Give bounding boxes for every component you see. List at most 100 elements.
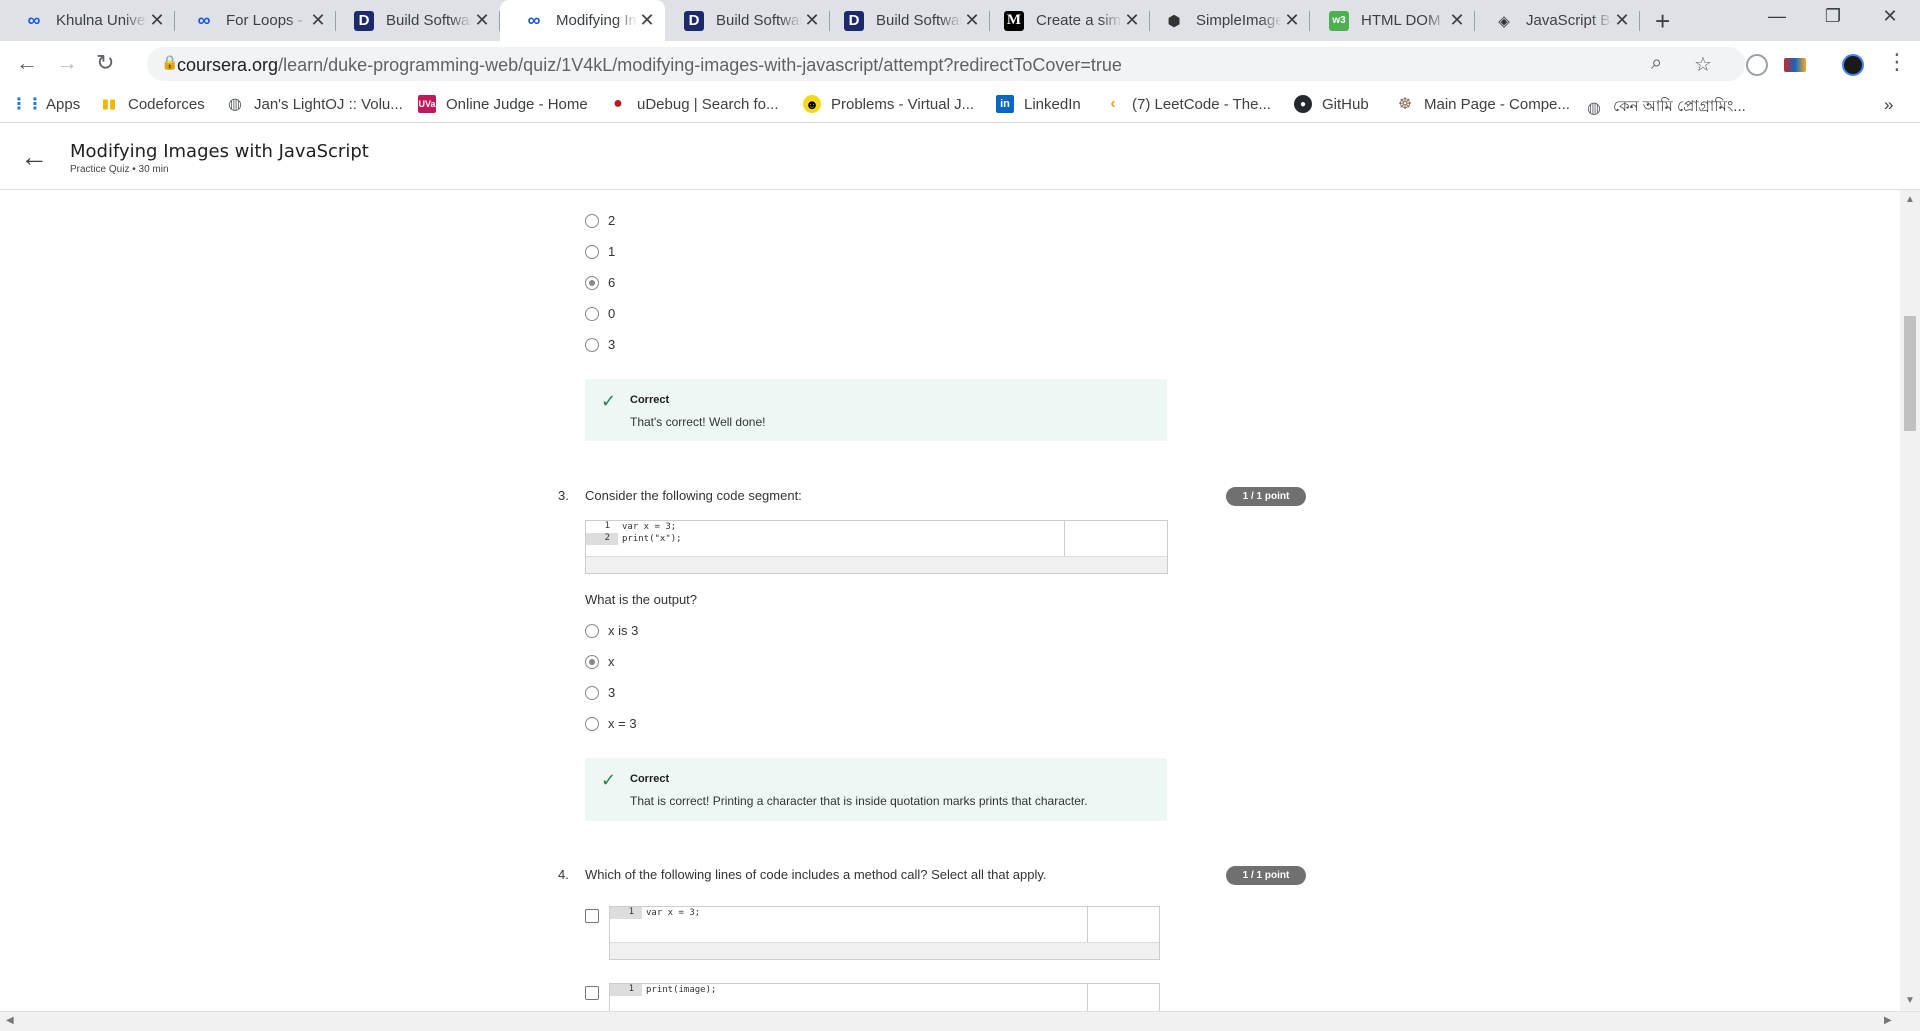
q4-checkbox[interactable] xyxy=(585,986,599,1000)
bookmark-lightoj[interactable]: ◍ Jan's LightOJ :: Volu... xyxy=(226,95,403,114)
close-tab-icon[interactable]: ✕ xyxy=(962,10,982,31)
tab-simpleimage[interactable]: ⬢ SimpleImage ✕ xyxy=(1140,0,1310,41)
tab-for-loops[interactable]: ∞ For Loops - Coursera ✕ xyxy=(170,0,336,41)
code-line: var x = 3; xyxy=(622,522,677,532)
vertical-scrollbar[interactable]: ▲ ▼ xyxy=(1900,190,1920,1011)
q3-option[interactable]: x is 3 xyxy=(585,623,638,638)
close-tab-icon[interactable]: ✕ xyxy=(1282,10,1302,31)
q2-option[interactable]: 3 xyxy=(585,337,615,352)
q2-option[interactable]: 1 xyxy=(585,244,615,259)
bookmark-star-icon[interactable]: ☆ xyxy=(1694,52,1712,77)
radio-button-selected[interactable] xyxy=(585,275,599,290)
bookmark-apps[interactable]: ⋮⋮ Apps xyxy=(11,95,80,114)
tab-strip: ∞ Khulna University ✕ ∞ For Loops - Cour… xyxy=(0,0,1920,41)
restore-icon[interactable]: ❐ xyxy=(1813,6,1853,27)
page-title: Modifying Images with JavaScript xyxy=(70,141,369,162)
tab-build-software-3[interactable]: D Build Software ✕ xyxy=(820,0,990,41)
radio-button[interactable] xyxy=(585,306,599,321)
bookmark-vjudge[interactable]: ☻ Problems - Virtual J... xyxy=(803,95,974,113)
bookmark-label: Jan's LightOJ :: Volu... xyxy=(254,95,403,113)
bookmark-uva[interactable]: UVa Online Judge - Home xyxy=(418,95,588,113)
checkmark-icon: ✓ xyxy=(601,770,617,790)
code-horizontal-scrollbar[interactable] xyxy=(610,942,1159,959)
bookmarks-overflow-button[interactable]: » xyxy=(1884,95,1893,115)
uva-icon: UVa xyxy=(418,95,436,113)
tab-khulna[interactable]: ∞ Khulna University ✕ xyxy=(0,0,175,41)
radio-button[interactable] xyxy=(585,213,599,228)
zoom-icon[interactable]: ⌕ xyxy=(1651,52,1662,75)
close-tab-icon[interactable]: ✕ xyxy=(802,10,822,31)
close-tab-icon[interactable]: ✕ xyxy=(1612,10,1632,31)
radio-button[interactable] xyxy=(585,337,599,352)
bookmark-bengali[interactable]: ◍ কেন আমি প্রোগ্রামিং... xyxy=(1585,95,1746,120)
close-tab-icon[interactable]: ✕ xyxy=(147,10,167,31)
close-tab-icon[interactable]: ✕ xyxy=(1122,10,1142,31)
tab-javascript-basics[interactable]: ◈ JavaScript Basics ✕ xyxy=(1470,0,1640,41)
scroll-right-arrow-icon[interactable]: ▶ xyxy=(1884,1015,1892,1026)
bookmark-github[interactable]: ● GitHub xyxy=(1294,95,1369,113)
bookmark-linkedin[interactable]: in LinkedIn xyxy=(996,95,1081,113)
medium-icon: M xyxy=(1004,10,1024,31)
scroll-left-arrow-icon[interactable]: ◀ xyxy=(6,1015,14,1026)
forward-arrow-icon[interactable]: → xyxy=(56,50,78,76)
code-horizontal-scrollbar[interactable] xyxy=(586,556,1167,573)
tab-create-simple[interactable]: M Create a simple ✕ xyxy=(980,0,1150,41)
q3-option[interactable]: x = 3 xyxy=(585,716,637,731)
bookmark-main-page[interactable]: ☸ Main Page - Compe... xyxy=(1396,95,1570,114)
code-lines: print(image); xyxy=(646,984,716,996)
q2-option-selected[interactable]: 6 xyxy=(585,275,615,290)
q4-checkbox[interactable] xyxy=(585,909,599,923)
codeforces-icon: ▮▮ xyxy=(101,96,117,111)
back-arrow-icon[interactable]: ← xyxy=(16,50,38,76)
bookmark-codeforces[interactable]: ▮▮ Codeforces xyxy=(100,95,205,113)
extension-power-icon[interactable] xyxy=(1746,54,1768,76)
q3-option-selected[interactable]: x xyxy=(585,654,615,669)
close-tab-icon[interactable]: ✕ xyxy=(1447,10,1467,31)
radio-button[interactable] xyxy=(585,244,599,259)
address-bar[interactable]: 🔒 coursera.org/learn/duke-programming-we… xyxy=(147,47,1745,81)
q3-option[interactable]: 3 xyxy=(585,685,615,700)
q2-option[interactable]: 2 xyxy=(585,213,615,228)
close-tab-icon[interactable]: ✕ xyxy=(308,10,328,31)
tab-build-software-1[interactable]: D Build Software ✕ xyxy=(330,0,500,41)
scroll-up-arrow-icon[interactable]: ▲ xyxy=(1905,194,1915,205)
profile-avatar[interactable] xyxy=(1842,54,1864,76)
scrollbar-thumb[interactable] xyxy=(1904,316,1916,431)
reload-icon[interactable]: ↻ xyxy=(96,50,114,76)
menu-dots-icon[interactable]: ⋮ xyxy=(1886,49,1908,75)
tab-build-software-2[interactable]: D Build Software ✕ xyxy=(660,0,830,41)
extension-flag-icon[interactable] xyxy=(1784,58,1806,72)
bookmark-udebug[interactable]: ● uDebug | Search fo... xyxy=(609,95,778,113)
diamond-icon: ◈ xyxy=(1498,12,1510,30)
close-window-icon[interactable]: ✕ xyxy=(1870,6,1910,27)
tab-modifying-images[interactable]: ∞ Modifying Images ✕ xyxy=(500,0,665,41)
code-lines: var x = 3; print("x"); xyxy=(622,521,682,545)
radio-button[interactable] xyxy=(585,685,599,700)
bookmark-label: Codeforces xyxy=(128,95,205,113)
new-tab-plus-icon[interactable]: + xyxy=(1655,6,1670,37)
close-tab-icon[interactable]: ✕ xyxy=(637,10,657,31)
line-gutter: 1 xyxy=(610,907,642,919)
radio-button-selected[interactable] xyxy=(585,654,599,669)
radio-button[interactable] xyxy=(585,623,599,638)
tab-html-dom[interactable]: w3 HTML DOM ✕ xyxy=(1305,0,1475,41)
scroll-down-arrow-icon[interactable]: ▼ xyxy=(1905,995,1915,1006)
close-tab-icon[interactable]: ✕ xyxy=(472,10,492,31)
back-arrow-icon[interactable]: ← xyxy=(20,141,48,173)
duke-icon: D xyxy=(684,10,704,31)
radio-button[interactable] xyxy=(585,716,599,731)
bookmark-leetcode[interactable]: ‹ (7) LeetCode - The... xyxy=(1104,95,1271,113)
question-prompt: Which of the following lines of code inc… xyxy=(585,867,1047,882)
minimize-icon[interactable]: — xyxy=(1757,6,1797,27)
horizontal-scrollbar[interactable]: ◀ ▶ xyxy=(0,1011,1920,1031)
option-label: 2 xyxy=(608,213,616,228)
tab-title: Create a simple xyxy=(1036,12,1122,29)
bookmark-label: GitHub xyxy=(1322,95,1369,113)
lock-icon[interactable]: 🔒 xyxy=(161,54,178,71)
url-text[interactable]: coursera.org/learn/duke-programming-web/… xyxy=(177,55,1122,76)
code-block: 1 2 var x = 3; print("x"); xyxy=(585,520,1168,574)
duke-icon: D xyxy=(844,10,864,31)
tab-title: Build Software xyxy=(876,12,962,29)
q2-option[interactable]: 0 xyxy=(585,306,615,321)
line-gutter: 1 xyxy=(610,984,642,996)
